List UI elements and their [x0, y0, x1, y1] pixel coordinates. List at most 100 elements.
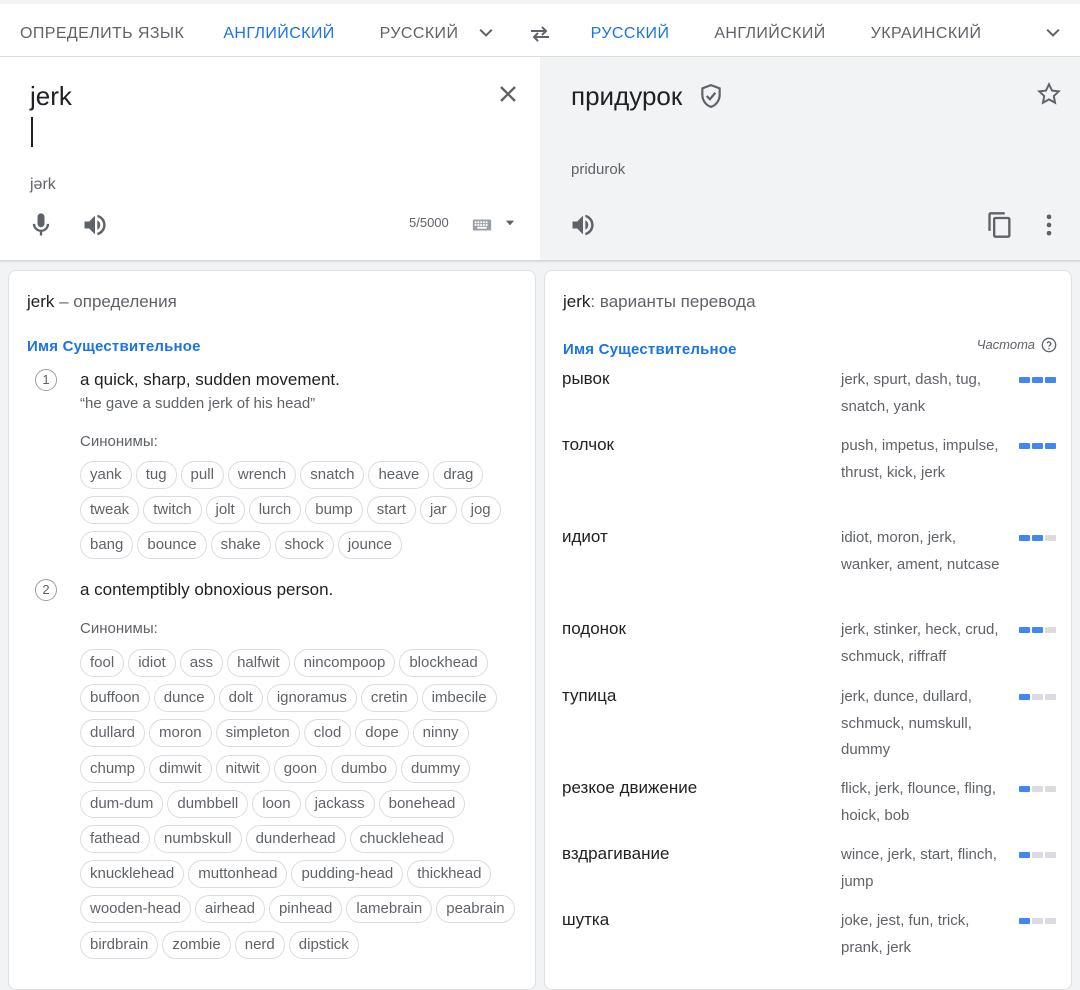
synonym-chip[interactable]: dolt: [218, 684, 263, 713]
frequency-segment: [1032, 852, 1043, 858]
synonym-chip[interactable]: numbskull: [154, 824, 242, 853]
synonym-chip[interactable]: bump: [305, 496, 363, 524]
translation-word[interactable]: тупица: [562, 686, 616, 706]
synonym-chip[interactable]: heave: [368, 461, 430, 489]
synonym-chip[interactable]: dumbbell: [167, 789, 249, 818]
synonym-chip[interactable]: cretin: [360, 684, 418, 713]
synonym-chip[interactable]: dimwit: [149, 754, 212, 783]
synonym-chip[interactable]: clod: [303, 719, 352, 748]
tab-target-russian[interactable]: Русский: [568, 8, 692, 63]
synonym-chip[interactable]: peabrain: [436, 895, 515, 924]
translation-word[interactable]: вздрагивание: [562, 844, 669, 864]
synonym-chip[interactable]: pull: [180, 461, 224, 489]
synonym-chip[interactable]: bounce: [137, 531, 207, 559]
synonym-chip[interactable]: dummy: [400, 754, 471, 783]
close-icon[interactable]: [494, 80, 522, 108]
synonym-chip[interactable]: jolt: [205, 496, 245, 524]
synonym-chip[interactable]: lamebrain: [346, 895, 433, 924]
synonym-chip[interactable]: lurch: [248, 496, 302, 524]
synonym-chip[interactable]: dipstick: [288, 930, 359, 959]
synonym-chip[interactable]: dullard: [80, 719, 146, 748]
copy-icon[interactable]: [986, 211, 1014, 239]
synonym-chip[interactable]: wooden-head: [80, 895, 191, 924]
synonym-chip[interactable]: shock: [274, 531, 334, 559]
frequency-segment: [1032, 694, 1043, 700]
translation-word[interactable]: резкое движение: [562, 778, 697, 798]
synonym-chip[interactable]: dumbo: [331, 754, 397, 783]
synonym-chip[interactable]: twitch: [143, 496, 202, 524]
dropdown-arrow-icon[interactable]: [503, 216, 517, 230]
chevron-down-icon[interactable]: [1043, 23, 1063, 43]
keyboard-icon[interactable]: [471, 214, 493, 236]
synonym-chip[interactable]: pinhead: [268, 895, 343, 924]
synonym-chip[interactable]: halfwit: [227, 649, 290, 677]
translation-word[interactable]: идиот: [562, 527, 608, 547]
synonym-chip[interactable]: fool: [80, 649, 125, 677]
synonym-chip[interactable]: drag: [433, 461, 484, 489]
synonym-chip[interactable]: zombie: [162, 930, 231, 959]
frequency-segment: [1045, 377, 1056, 383]
synonym-chip[interactable]: fathead: [80, 824, 151, 853]
synonym-chip[interactable]: chump: [80, 754, 146, 783]
speaker-icon[interactable]: [569, 211, 597, 239]
synonym-chip[interactable]: blockhead: [399, 649, 488, 677]
synonym-chip[interactable]: snatch: [300, 461, 365, 489]
synonym-chip[interactable]: birdbrain: [80, 930, 159, 959]
tab-source-russian[interactable]: Русский: [374, 8, 464, 60]
verified-shield-icon[interactable]: [698, 83, 724, 109]
synonym-chip[interactable]: jounce: [337, 531, 403, 559]
tab-target-ukrainian[interactable]: Украинский: [866, 8, 986, 60]
help-icon[interactable]: [1041, 337, 1057, 353]
translation-word[interactable]: толчок: [562, 435, 614, 455]
synonym-chip[interactable]: dope: [355, 719, 409, 748]
synonym-chip[interactable]: start: [366, 496, 416, 524]
synonym-chip[interactable]: dunce: [153, 684, 215, 713]
synonym-chip[interactable]: imbecile: [421, 684, 497, 713]
synonym-chip[interactable]: tug: [135, 461, 177, 489]
synonym-chip[interactable]: nincompoop: [293, 649, 396, 677]
synonym-chip[interactable]: jackass: [304, 789, 375, 818]
swap-languages-icon[interactable]: [528, 22, 552, 46]
translation-word[interactable]: рывок: [562, 369, 609, 389]
synonym-chip[interactable]: muttonhead: [188, 860, 288, 889]
synonym-chip[interactable]: wrench: [227, 461, 297, 489]
tab-source-english[interactable]: Английский: [201, 8, 357, 63]
synonym-chip[interactable]: goon: [273, 754, 328, 783]
synonym-chip[interactable]: ignoramus: [266, 684, 357, 713]
chevron-down-icon[interactable]: [476, 23, 496, 43]
synonym-chip[interactable]: bonehead: [378, 789, 466, 818]
synonym-chip[interactable]: loon: [252, 789, 301, 818]
synonym-chip[interactable]: dunderhead: [245, 824, 346, 853]
synonym-chip[interactable]: pudding-head: [291, 860, 404, 889]
synonym-chip[interactable]: knucklehead: [80, 860, 185, 889]
synonym-chip[interactable]: thickhead: [407, 860, 492, 889]
star-icon[interactable]: [1036, 81, 1062, 107]
definitions-card: jerk – определения Имя Существительное 1…: [8, 270, 536, 990]
frequency-segment: [1019, 694, 1030, 700]
source-text-input[interactable]: jerk: [30, 81, 72, 112]
translation-word[interactable]: шутка: [562, 910, 609, 930]
synonym-chip[interactable]: tweak: [80, 496, 140, 524]
synonym-chip[interactable]: chucklehead: [349, 824, 454, 853]
synonym-chip[interactable]: ass: [179, 649, 224, 677]
microphone-icon[interactable]: [27, 211, 55, 239]
synonym-chip[interactable]: shake: [210, 531, 271, 559]
synonym-chip[interactable]: jog: [460, 496, 501, 524]
more-options-icon[interactable]: [1035, 211, 1063, 239]
translation-word[interactable]: подонок: [562, 619, 626, 639]
tab-detect-language[interactable]: Определить язык: [20, 8, 184, 60]
synonym-chip[interactable]: yank: [80, 461, 132, 489]
synonym-chip[interactable]: idiot: [128, 649, 176, 677]
synonym-chip[interactable]: dum-dum: [80, 789, 164, 818]
synonym-chip[interactable]: airhead: [194, 895, 265, 924]
synonym-chip[interactable]: ninny: [412, 719, 469, 748]
synonym-chip[interactable]: simpleton: [215, 719, 300, 748]
tab-target-english[interactable]: Английский: [710, 8, 830, 60]
speaker-icon[interactable]: [81, 211, 109, 239]
synonym-chip[interactable]: nitwit: [215, 754, 270, 783]
synonym-chip[interactable]: jar: [419, 496, 457, 524]
synonym-chip[interactable]: moron: [149, 719, 212, 748]
synonym-chip[interactable]: nerd: [234, 930, 285, 959]
synonym-chip[interactable]: buffoon: [80, 684, 150, 713]
synonym-chip[interactable]: bang: [80, 531, 134, 559]
